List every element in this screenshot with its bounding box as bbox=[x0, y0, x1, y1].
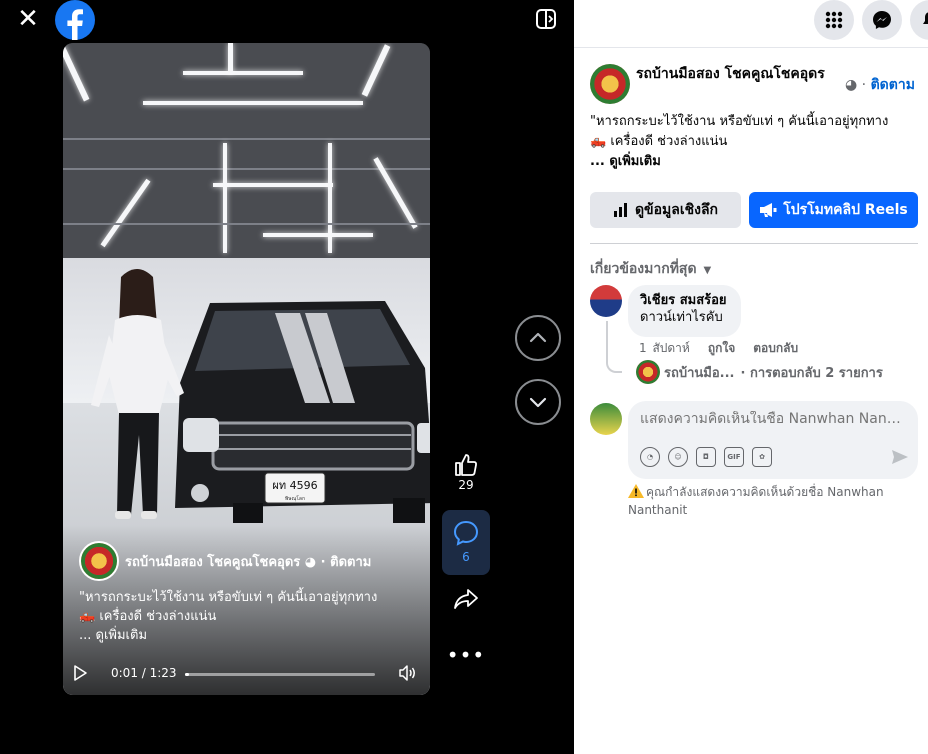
commenter-avatar[interactable] bbox=[590, 285, 622, 317]
comment-actions: 1 สัปดาห์ ถูกใจ ตอบกลับ bbox=[639, 339, 816, 358]
avatar-sticker-icon[interactable]: ◔ bbox=[640, 447, 660, 467]
composer-tools: ◔ ☺ ◘ GIF ✿ bbox=[640, 447, 780, 467]
previous-reel-button[interactable] bbox=[515, 315, 561, 361]
commenting-as-text: คุณกำลังแสดงความคิดเห็นด้วยชื่อ Nanwhan … bbox=[628, 485, 884, 517]
post-caption: "หารถกระบะไว้ใช้งาน หรือขับเท่ ๆ คันนี้เ… bbox=[590, 112, 920, 172]
more-options-icon[interactable]: ••• bbox=[442, 645, 490, 670]
caret-down-icon: ▼ bbox=[703, 265, 712, 276]
bar-chart-icon bbox=[613, 203, 627, 217]
pickup-truck-image: ผท 4596 พิษณุโลก bbox=[175, 301, 430, 523]
video-progress-fill bbox=[185, 673, 189, 676]
reply-count: · การตอบกลับ 2 รายการ bbox=[740, 365, 883, 381]
caption-line: "หารถกระบะไว้ใช้งาน หรือขับเท่ ๆ คันนี้เ… bbox=[590, 114, 889, 129]
reply-avatar bbox=[636, 360, 660, 384]
thumbs-up-icon bbox=[455, 454, 477, 476]
grid-menu-icon[interactable] bbox=[814, 0, 854, 40]
view-insights-label: ดูข้อมูลเชิงลึก bbox=[634, 202, 719, 218]
license-plate-text: ผท 4596 bbox=[272, 479, 317, 492]
follow-link[interactable]: ติดตาม bbox=[871, 77, 915, 93]
video-see-more-link[interactable]: ... ดูเพิ่มเติม bbox=[79, 626, 419, 645]
next-reel-button[interactable] bbox=[515, 379, 561, 425]
comment-bubble-icon bbox=[453, 520, 479, 546]
comment-like-button[interactable]: ถูกใจ bbox=[708, 341, 735, 355]
warning-icon bbox=[628, 484, 644, 498]
video-player[interactable]: ผท 4596 พิษณุโลก รถบ้านมือสอง โชคคูณโชคอ… bbox=[63, 43, 430, 695]
video-page-name-text[interactable]: รถบ้านมือสอง โชคคูณโชคอุดร bbox=[125, 555, 300, 570]
video-caption: "หารถกระบะไว้ใช้งาน หรือขับเท่ ๆ คันนี้เ… bbox=[79, 588, 419, 645]
post-header: รถบ้านมือสอง โชคคูณโชคอุดร ◕ · ติดตาม bbox=[590, 64, 920, 108]
current-user-avatar[interactable] bbox=[590, 403, 622, 435]
bell-icon[interactable] bbox=[910, 0, 928, 40]
license-plate-province: พิษณุโลก bbox=[285, 495, 305, 502]
comment-author[interactable]: วิเชียร สมสร้อย bbox=[640, 293, 729, 309]
share-arrow-icon bbox=[454, 589, 478, 609]
reply-author: รถบ้านมือ... bbox=[664, 365, 735, 381]
sidebar-toggle-icon[interactable] bbox=[535, 8, 557, 30]
volume-icon[interactable] bbox=[397, 663, 417, 683]
page-name[interactable]: รถบ้านมือสอง โชคคูณโชคอุดร bbox=[636, 64, 830, 84]
megaphone-icon bbox=[760, 203, 777, 217]
close-icon[interactable]: ✕ bbox=[14, 6, 42, 34]
globe-icon: ◕ · bbox=[845, 77, 871, 93]
view-insights-button[interactable]: ดูข้อมูลเชิงลึก bbox=[590, 192, 741, 228]
share-button[interactable] bbox=[442, 586, 490, 616]
video-time: 0:01 / 1:23 bbox=[111, 666, 177, 680]
camera-icon[interactable]: ◘ bbox=[696, 447, 716, 467]
video-caption-line: "หารถกระบะไว้ใช้งาน หรือขับเท่ ๆ คันนี้เ… bbox=[79, 590, 378, 605]
commenting-as-notice: คุณกำลังแสดงความคิดเห็นด้วยชื่อ Nanwhan … bbox=[628, 483, 908, 519]
audience-follow: ◕ · ติดตาม bbox=[845, 74, 915, 96]
send-icon[interactable] bbox=[890, 447, 910, 467]
comment-count: 6 bbox=[462, 550, 470, 564]
comment-composer: ◔ ☺ ◘ GIF ✿ bbox=[628, 401, 918, 479]
page-avatar[interactable] bbox=[79, 541, 119, 581]
promote-reel-button[interactable]: โปรโมทคลิป Reels bbox=[749, 192, 918, 228]
page-avatar[interactable] bbox=[590, 64, 630, 104]
comment-button[interactable]: 6 bbox=[442, 510, 490, 575]
video-ceiling bbox=[63, 43, 430, 258]
video-follow-link[interactable]: · ติดตาม bbox=[316, 555, 372, 570]
video-caption-line: 🛻 เครื่องดี ช่วงล่างแน่น bbox=[79, 609, 217, 624]
comment-reply-button[interactable]: ตอบกลับ bbox=[753, 341, 798, 355]
video-globe-icon: ◕ bbox=[300, 554, 317, 570]
caption-line: 🛻 เครื่องดี ช่วงล่างแน่น bbox=[590, 134, 728, 149]
comment-sort-dropdown[interactable]: เกี่ยวข้องมากที่สุด ▼ bbox=[590, 258, 711, 280]
emoji-icon[interactable]: ☺ bbox=[668, 447, 688, 467]
reply-thread-line bbox=[606, 321, 622, 373]
gif-icon[interactable]: GIF bbox=[724, 447, 744, 467]
comment-bubble: วิเชียร สมสร้อย ดาวน์เท่าไรคับ bbox=[628, 285, 741, 337]
like-count: 29 bbox=[458, 478, 474, 492]
divider bbox=[590, 243, 918, 244]
messenger-icon[interactable] bbox=[862, 0, 902, 40]
play-icon[interactable] bbox=[71, 664, 89, 682]
reel-viewer: ✕ ผท 4596 พิษณุโลก รถบ้านมือสอง โชคคูณโช… bbox=[0, 0, 574, 754]
video-progress-bar[interactable] bbox=[185, 673, 375, 676]
video-page-row: รถบ้านมือสอง โชคคูณโชคอุดร ◕ · ติดตาม bbox=[79, 541, 371, 581]
like-button[interactable]: 29 bbox=[442, 452, 490, 502]
presenter-image bbox=[91, 269, 184, 519]
video-controls: 0:01 / 1:23 bbox=[63, 658, 430, 688]
video-page-name[interactable]: รถบ้านมือสอง โชคคูณโชคอุดร ◕ · ติดตาม bbox=[125, 551, 371, 572]
sticker-icon[interactable]: ✿ bbox=[752, 447, 772, 467]
chevron-down-icon bbox=[529, 397, 547, 408]
facebook-logo-icon[interactable] bbox=[55, 0, 95, 40]
chevron-up-icon bbox=[529, 332, 547, 343]
details-panel: รถบ้านมือสอง โชคคูณโชคอุดร ◕ · ติดตาม "ห… bbox=[574, 0, 928, 754]
comment-text: ดาวน์เท่าไรคับ bbox=[640, 310, 723, 325]
comment-input[interactable] bbox=[640, 411, 906, 427]
see-more-link[interactable]: ... ดูเพิ่มเติม bbox=[590, 152, 920, 172]
comment-sort-label: เกี่ยวข้องมากที่สุด bbox=[590, 261, 697, 277]
top-bar bbox=[574, 0, 928, 48]
comment-time[interactable]: 1 สัปดาห์ bbox=[639, 341, 690, 355]
promote-reel-label: โปรโมทคลิป Reels bbox=[783, 202, 908, 218]
view-replies-link[interactable]: รถบ้านมือ... · การตอบกลับ 2 รายการ bbox=[636, 360, 883, 384]
